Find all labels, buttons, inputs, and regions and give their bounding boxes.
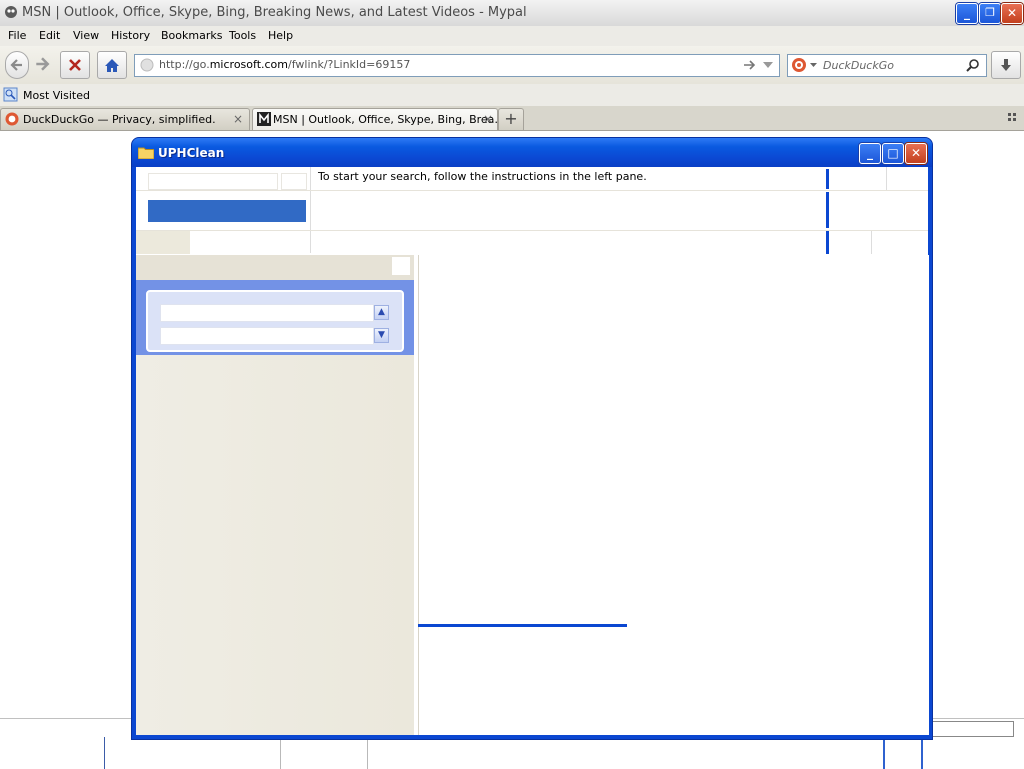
msn-icon: [257, 112, 271, 126]
option-combo-2[interactable]: [160, 327, 374, 345]
home-button[interactable]: [97, 51, 127, 79]
scroll-down-icon[interactable]: ▼: [374, 328, 389, 343]
header-marker: [826, 169, 829, 189]
column-divider: [310, 167, 311, 253]
new-tab-button[interactable]: +: [498, 108, 524, 130]
row-divider: [136, 190, 928, 191]
row-marker: [826, 231, 829, 254]
criteria-dropdown[interactable]: [281, 173, 307, 190]
column-divider: [886, 167, 887, 191]
menu-edit[interactable]: Edit: [39, 29, 60, 42]
browser-window-title: MSN | Outlook, Office, Skype, Bing, Brea…: [22, 5, 527, 20]
bookmarks-toolbar: Most Visited: [0, 84, 1024, 106]
browser-minimize-button[interactable]: _: [956, 3, 978, 24]
go-arrow-icon[interactable]: [743, 59, 757, 71]
navigation-toolbar: http://go.microsoft.com/fwlink/?LinkId=6…: [0, 46, 1024, 84]
row-marker: [826, 192, 829, 228]
scroll-up-icon[interactable]: ▲: [374, 305, 389, 320]
menu-file[interactable]: File: [8, 29, 26, 42]
instructions-text: To start your search, follow the instruc…: [318, 170, 647, 183]
menu-bookmarks[interactable]: Bookmarks: [161, 29, 222, 42]
row-cell: [136, 231, 190, 254]
menu-view[interactable]: View: [73, 29, 99, 42]
tab-title: MSN | Outlook, Office, Skype, Bing, Brea…: [273, 113, 506, 126]
url-text: http://go.microsoft.com/fwlink/?LinkId=6…: [159, 58, 411, 71]
uphclean-window-title: UPHClean: [158, 146, 225, 160]
menu-tools[interactable]: Tools: [229, 29, 256, 42]
row-divider: [136, 230, 928, 231]
browser-title-bar: MSN | Outlook, Office, Skype, Bing, Brea…: [0, 0, 1024, 27]
menu-bar: File Edit View History Bookmarks Tools H…: [0, 26, 1024, 46]
menu-history[interactable]: History: [111, 29, 150, 42]
left-pane-header: [136, 255, 414, 280]
option-combo-1[interactable]: [160, 304, 374, 322]
tab-strip: DuckDuckGo — Privacy, simplified. × MSN …: [0, 106, 1024, 131]
menu-help[interactable]: Help: [268, 29, 293, 42]
url-dropdown-icon[interactable]: [763, 62, 773, 69]
page-divider: [104, 737, 105, 769]
selected-item[interactable]: [148, 200, 306, 222]
uphclean-maximize-button[interactable]: □: [882, 143, 904, 164]
page-input-box[interactable]: [932, 721, 1014, 737]
forward-button[interactable]: [34, 56, 54, 74]
forward-arrow-icon: [36, 57, 50, 71]
home-icon: [105, 58, 119, 72]
browser-close-button[interactable]: ✕: [1001, 3, 1023, 24]
uphclean-title-bar[interactable]: UPHClean _ □ ✕: [132, 138, 932, 167]
stop-x-icon: [69, 59, 81, 71]
url-bar[interactable]: http://go.microsoft.com/fwlink/?LinkId=6…: [134, 54, 780, 77]
duckduckgo-engine-icon[interactable]: [791, 57, 807, 73]
back-button[interactable]: [5, 51, 29, 79]
duckduckgo-icon: [5, 112, 19, 126]
tab-msn[interactable]: MSN | Outlook, Office, Skype, Bing, Brea…: [252, 108, 505, 130]
uphclean-client-area: To start your search, follow the instruc…: [136, 167, 929, 735]
column-divider: [871, 231, 872, 254]
tab-close-icon[interactable]: ×: [483, 112, 493, 126]
bookmark-label: Most Visited: [23, 89, 90, 102]
results-divider: [418, 624, 627, 627]
tab-duckduckgo[interactable]: DuckDuckGo — Privacy, simplified. ×: [0, 108, 250, 130]
search-placeholder: DuckDuckGo: [823, 59, 894, 72]
folder-icon: [138, 147, 154, 159]
browser-restore-button[interactable]: ❐: [979, 3, 1001, 24]
tab-list-grid-icon[interactable]: [1008, 113, 1018, 123]
page-divider: [280, 737, 281, 769]
search-magnifier-icon[interactable]: [966, 58, 980, 72]
page-box: [883, 737, 923, 769]
mypal-app-icon: [5, 6, 17, 18]
criteria-field[interactable]: [148, 173, 278, 190]
search-bar[interactable]: DuckDuckGo: [787, 54, 987, 77]
uphclean-close-button[interactable]: ✕: [905, 143, 927, 164]
downloads-button[interactable]: [991, 51, 1021, 79]
tab-title: DuckDuckGo — Privacy, simplified.: [23, 113, 216, 126]
tab-close-icon[interactable]: ×: [233, 112, 243, 126]
uphclean-minimize-button[interactable]: _: [859, 143, 881, 164]
most-visited-icon: [3, 87, 18, 102]
stop-button[interactable]: [60, 51, 90, 79]
page-divider: [367, 737, 368, 769]
search-options-inner: ▲ ▼: [146, 290, 404, 352]
back-arrow-icon: [10, 59, 22, 71]
page-globe-icon: [140, 58, 154, 72]
engine-dropdown-icon[interactable]: [810, 63, 817, 68]
results-pane: [418, 255, 929, 735]
left-pane-header-box: [392, 257, 410, 275]
uphclean-window: UPHClean _ □ ✕ To start your search, fol…: [132, 138, 932, 739]
download-arrow-icon: [1001, 59, 1011, 71]
